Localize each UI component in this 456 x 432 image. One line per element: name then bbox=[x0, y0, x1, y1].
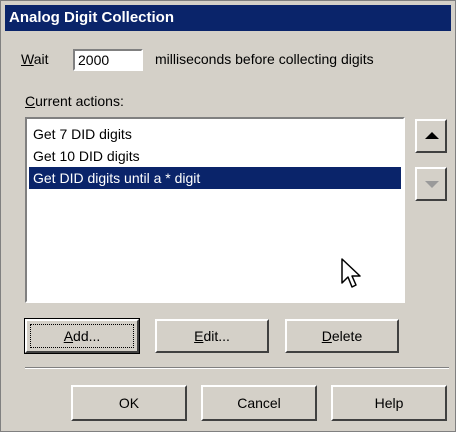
wait-milliseconds-input[interactable] bbox=[73, 49, 143, 71]
add-mnemonic: A bbox=[63, 328, 74, 344]
edit-button[interactable]: Edit... bbox=[155, 319, 269, 353]
add-label-rest: dd... bbox=[73, 328, 101, 344]
triangle-up-icon bbox=[425, 132, 439, 139]
help-button[interactable]: Help bbox=[331, 385, 447, 421]
list-item[interactable]: Get 10 DID digits bbox=[29, 145, 401, 167]
wait-suffix-label: milliseconds before collecting digits bbox=[155, 51, 374, 67]
wait-label: Wait bbox=[21, 51, 49, 67]
ok-button[interactable]: OK bbox=[71, 385, 187, 421]
list-item-selected[interactable]: Get DID digits until a * digit bbox=[29, 167, 401, 189]
list-item[interactable]: Get 7 DID digits bbox=[29, 123, 401, 145]
wait-label-rest: ait bbox=[33, 51, 49, 67]
delete-mnemonic: D bbox=[321, 328, 332, 344]
current-actions-label-rest: urrent actions: bbox=[35, 93, 124, 109]
delete-button[interactable]: Delete bbox=[285, 319, 399, 353]
move-up-button[interactable] bbox=[415, 119, 447, 153]
mouse-cursor-icon bbox=[341, 258, 361, 288]
add-button[interactable]: Add... bbox=[24, 318, 140, 354]
current-actions-label: Current actions: bbox=[25, 93, 124, 109]
delete-label-rest: elete bbox=[331, 328, 363, 344]
edit-label-rest: dit... bbox=[203, 328, 230, 344]
separator bbox=[25, 367, 449, 369]
triangle-down-icon bbox=[425, 181, 439, 188]
move-down-button[interactable] bbox=[415, 167, 447, 201]
dialog-title: Analog Digit Collection bbox=[5, 5, 451, 31]
cancel-button[interactable]: Cancel bbox=[201, 385, 317, 421]
wait-label-mnemonic: W bbox=[21, 51, 34, 67]
dialog-window: Analog Digit Collection Wait millisecond… bbox=[0, 0, 456, 432]
current-actions-mnemonic: C bbox=[25, 93, 36, 109]
